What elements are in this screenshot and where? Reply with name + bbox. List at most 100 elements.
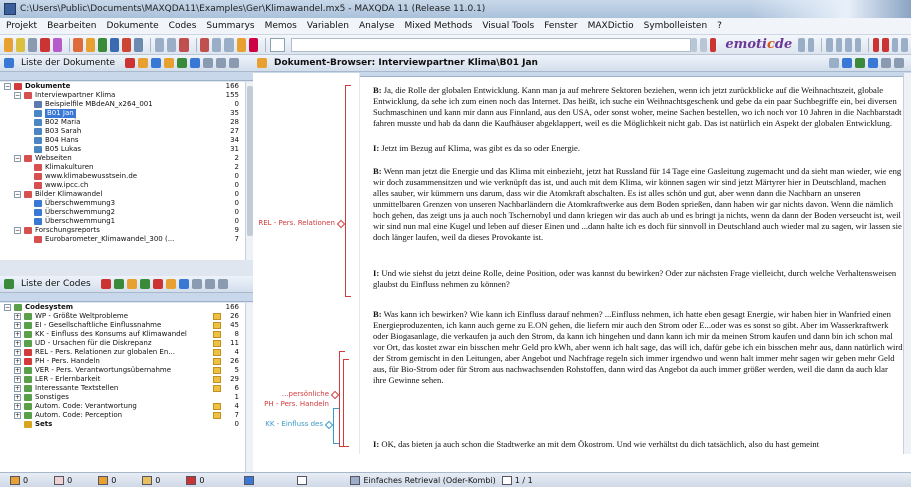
document-tree-item[interactable]: www.klimabewusstsein.de 0 — [0, 172, 245, 181]
expand-icon[interactable]: + — [14, 367, 21, 374]
folder-icon[interactable] — [16, 37, 26, 52]
memo-icon[interactable] — [126, 279, 137, 289]
menu-item-memos[interactable]: Memos — [265, 21, 297, 31]
code-tree-item[interactable]: + Interessante Textstellen 6 — [0, 384, 245, 393]
code-icon[interactable] — [855, 58, 865, 68]
code-tree-item[interactable]: + REL - Pers. Relationen zur globalen En.… — [0, 348, 245, 357]
code-tree-item[interactable]: + KK - Einfluss des Konsums auf Klimawand… — [0, 330, 245, 339]
collapse-icon[interactable]: − — [14, 155, 21, 162]
coding-stripe-kk[interactable] — [333, 408, 339, 444]
menu-item-dokumente[interactable]: Dokumente — [107, 21, 159, 31]
code-tree-item[interactable]: + LER - Erlernbarkeit 29 — [0, 375, 245, 384]
search-icon[interactable] — [868, 58, 878, 68]
expand-icon[interactable]: + — [14, 358, 21, 365]
collapse-icon[interactable]: − — [4, 304, 11, 311]
code-icon[interactable] — [97, 37, 107, 52]
delete-icon[interactable] — [40, 37, 50, 52]
chart-icon[interactable] — [179, 37, 189, 52]
close-icon[interactable] — [894, 58, 904, 68]
collapse-icon[interactable]: − — [14, 227, 21, 234]
paragraph[interactable]: 38I: OK, das bieten ja auch schon die St… — [363, 439, 903, 450]
status-retrieval[interactable]: Einfaches Retrieval (Oder-Kombi) — [350, 475, 496, 485]
paragraph[interactable]: 37B: Was kann ich bewirken? Wie kann ich… — [363, 309, 903, 386]
expand-icon[interactable]: + — [14, 331, 21, 338]
coding-stripe-marker[interactable] — [324, 420, 334, 430]
code-label-kk[interactable]: KK - Einfluss des — [265, 420, 323, 428]
document-tree-item[interactable]: Überschwemmung1 0 — [0, 217, 245, 226]
code-set-icon[interactable] — [139, 279, 150, 289]
code-selector-field[interactable] — [269, 37, 285, 52]
documents-scrollbar[interactable] — [245, 82, 253, 260]
code-tree-item[interactable]: + EI - Gesellschaftliche Einflussnahme 45 — [0, 321, 245, 330]
code-tree-item[interactable]: Sets 0 — [0, 420, 245, 429]
align-icon[interactable] — [845, 37, 852, 52]
code-tree-item[interactable]: + UD - Ursachen für die Diskrepanz 11 — [0, 339, 245, 348]
document-tree-item[interactable]: B02 Maria 28 — [0, 118, 245, 127]
document-tree-item[interactable]: B03 Sarah 27 — [0, 127, 245, 136]
code-label-persoenliche[interactable]: ...persönliche — [282, 390, 329, 398]
menu-item-maxdictio[interactable]: MAXDictio — [588, 21, 634, 31]
memo-icon[interactable] — [164, 58, 175, 68]
expand-icon[interactable]: + — [14, 403, 21, 410]
matrix-icon[interactable] — [122, 37, 132, 52]
expand-icon[interactable]: + — [14, 394, 21, 401]
color-code-icon[interactable] — [709, 37, 717, 52]
coding-stripe-marker[interactable] — [330, 390, 340, 400]
expand-icon[interactable]: + — [14, 376, 21, 383]
menu-item-analyse[interactable]: Analyse — [359, 21, 394, 31]
document-tree-item[interactable]: Überschwemmung3 0 — [0, 199, 245, 208]
format-icon[interactable] — [798, 37, 805, 52]
settings-icon[interactable] — [881, 58, 891, 68]
expand-icon[interactable]: + — [14, 322, 21, 329]
document-tree-item[interactable]: B01 Jan 35 — [0, 109, 245, 118]
expand-icon[interactable]: + — [14, 340, 21, 347]
document-tree-item[interactable]: − Webseiten 2 — [0, 154, 245, 163]
expand-icon[interactable]: + — [14, 349, 21, 356]
save-icon[interactable] — [28, 37, 38, 52]
menu-item-summarys[interactable]: Summarys — [206, 21, 254, 31]
documents-tree[interactable]: − Dokumente 166− Interviewpartner Klima 155 B… — [0, 82, 245, 260]
grid-icon[interactable] — [901, 37, 909, 52]
doc-set-icon[interactable] — [151, 58, 162, 68]
format-icon[interactable] — [807, 37, 815, 52]
collapse-icon[interactable]: − — [14, 92, 21, 99]
weight-icon[interactable] — [165, 279, 176, 289]
retrieve-icon[interactable] — [109, 37, 120, 52]
document-tree-item[interactable]: − Bilder Klimawandel 0 — [0, 190, 245, 199]
close-filter-icon[interactable] — [125, 58, 136, 68]
menu-item-fenster[interactable]: Fenster — [544, 21, 577, 31]
document-tree-item[interactable]: www.ipcc.ch 0 — [0, 181, 245, 190]
code-combobox[interactable] — [290, 37, 691, 52]
color-icon[interactable] — [152, 279, 163, 289]
zoom-icon[interactable] — [842, 58, 852, 68]
code-label-ph[interactable]: PH - Pers. Handeln — [264, 400, 329, 408]
document-tree-item[interactable]: Überschwemmung2 0 — [0, 208, 245, 217]
retrieval-mode[interactable]: Einfaches Retrieval (Oder-Kombi) — [363, 476, 495, 485]
memo-icon[interactable] — [213, 385, 221, 392]
highlight-icon[interactable] — [236, 37, 246, 52]
browser-scrollbar[interactable] — [903, 73, 911, 454]
emoticode-button[interactable]: emoticde — [725, 37, 792, 52]
expand-icon[interactable]: + — [14, 385, 21, 392]
align-icon[interactable] — [854, 37, 862, 52]
expand-icon[interactable]: + — [14, 313, 21, 320]
settings-icon[interactable] — [203, 58, 214, 68]
open-project-icon[interactable] — [4, 37, 14, 52]
code-tree-item[interactable]: + Autom. Code: Verantwortung 4 — [0, 402, 245, 411]
edit-icon[interactable] — [52, 37, 62, 52]
menu-item--[interactable]: ? — [717, 21, 722, 31]
memo-icon[interactable] — [213, 403, 221, 410]
document-text[interactable]: 33B: Ja, die Rolle der globalen Entwickl… — [363, 73, 911, 454]
memo-icon[interactable] — [213, 331, 221, 338]
document-tree-item[interactable]: Beispielfile MBdeAN_x264_001 0 — [0, 100, 245, 109]
layout-icon[interactable] — [224, 37, 234, 52]
close-icon[interactable] — [217, 279, 228, 289]
code-tree-item[interactable]: + VER - Pers. Verantwortungsübernahme 5 — [0, 366, 245, 375]
code-tree-item[interactable]: + Autom. Code: Perception 7 — [0, 411, 245, 420]
memo-icon[interactable] — [213, 322, 221, 329]
menu-item-variablen[interactable]: Variablen — [307, 21, 349, 31]
document-tree-item[interactable]: Eurobarometer_Klimawandel_300 (... 7 — [0, 235, 245, 244]
list-icon[interactable] — [167, 37, 177, 52]
expand-icon[interactable]: + — [14, 412, 21, 419]
paragraph[interactable]: 35B: Wenn man jetzt die Energie und das … — [363, 166, 903, 243]
